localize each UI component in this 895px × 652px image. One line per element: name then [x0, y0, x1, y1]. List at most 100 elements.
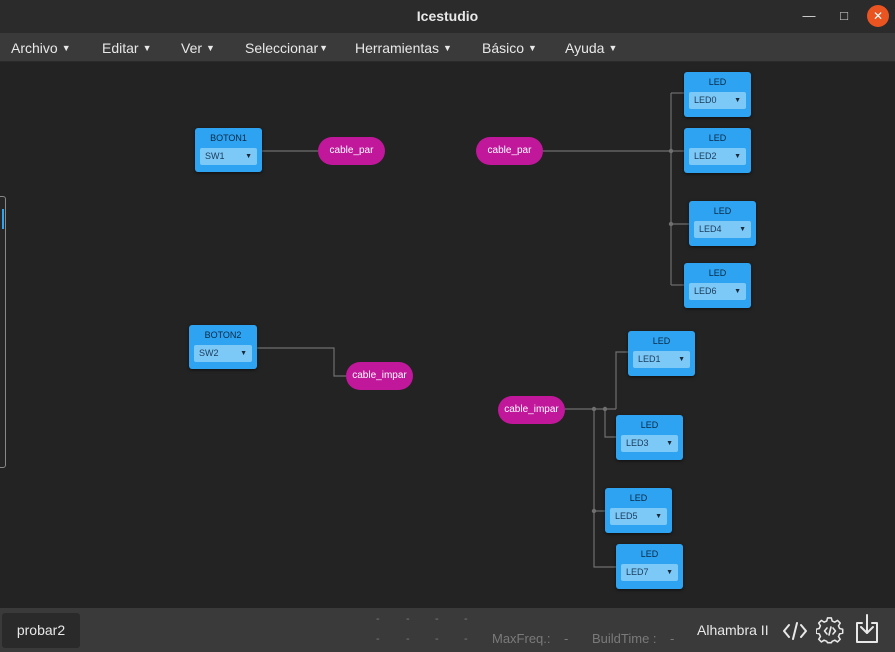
side-panel-tab[interactable]	[2, 209, 4, 229]
pin-select[interactable]: LED0 ▼	[689, 92, 746, 109]
block-title: LED	[713, 206, 732, 216]
pin-select[interactable]: LED2 ▼	[689, 148, 746, 165]
wire-junction	[668, 148, 674, 154]
caret-down-icon: ▼	[666, 569, 673, 576]
caret-down-icon: ▼	[142, 43, 152, 53]
pin-select[interactable]: LED7 ▼	[621, 564, 678, 581]
output-block-led7[interactable]: LED LED7 ▼	[616, 544, 683, 589]
input-block-boton2[interactable]: BOTON2 SW2 ▼	[189, 325, 257, 369]
caret-down-icon: ▼	[734, 153, 741, 160]
stat-placeholder: -	[464, 633, 468, 645]
wire	[604, 409, 616, 438]
caret-down-icon: ▼	[528, 43, 537, 53]
pin-value: SW2	[199, 348, 219, 358]
caret-down-icon: ▼	[206, 43, 215, 53]
stat-placeholder: -	[376, 613, 380, 625]
block-title: LED	[640, 549, 659, 559]
stat-placeholder: -	[406, 613, 410, 625]
stat-placeholder: -	[435, 613, 439, 625]
wire-junction	[591, 406, 597, 412]
board-selector[interactable]: Alhambra II	[697, 622, 769, 638]
output-block-led2[interactable]: LED LED2 ▼	[684, 128, 751, 173]
caret-down-icon: ▼	[666, 440, 673, 447]
maxfreq-value: -	[564, 631, 569, 646]
output-block-led5[interactable]: LED LED5 ▼	[605, 488, 672, 533]
project-name-button[interactable]: probar2	[2, 613, 80, 648]
gear-code-icon[interactable]	[816, 617, 844, 645]
wires	[257, 92, 689, 568]
title-bar: Icestudio ― □ ✕	[0, 0, 895, 33]
buildtime-label: BuildTime :	[592, 631, 657, 646]
pin-select[interactable]: SW2 ▼	[194, 345, 252, 362]
minimize-button[interactable]: ―	[798, 5, 820, 27]
label-cable-par-input[interactable]: cable_par	[476, 137, 543, 165]
menu-archivo[interactable]: Archivo ▼	[11, 40, 71, 56]
output-block-led0[interactable]: LED LED0 ▼	[684, 72, 751, 117]
wire-junction	[668, 221, 674, 227]
output-block-led3[interactable]: LED LED3 ▼	[616, 415, 683, 460]
pin-value: LED4	[699, 224, 722, 234]
buildtime-value: -	[670, 631, 675, 646]
wire-junction	[591, 508, 597, 514]
block-title: LED	[708, 133, 727, 143]
caret-down-icon: ▼	[734, 97, 741, 104]
block-title: LED	[640, 420, 659, 430]
pin-value: LED6	[694, 286, 717, 296]
label-cable-impar-input[interactable]: cable_impar	[498, 396, 565, 424]
pin-select[interactable]: LED4 ▼	[694, 221, 751, 238]
pin-value: LED2	[694, 151, 717, 161]
block-title: BOTON1	[210, 133, 247, 143]
block-title: BOTON2	[204, 330, 242, 340]
block-title: LED	[708, 268, 727, 278]
maximize-button[interactable]: □	[833, 5, 855, 27]
output-block-led1[interactable]: LED LED1 ▼	[628, 331, 695, 376]
menu-basico[interactable]: Básico ▼	[482, 40, 537, 56]
pin-select[interactable]: LED6 ▼	[689, 283, 746, 300]
maxfreq-label: MaxFreq.:	[492, 631, 551, 646]
window-title: Icestudio	[416, 8, 479, 24]
pin-select[interactable]: LED3 ▼	[621, 435, 678, 452]
menu-seleccionar[interactable]: Seleccionar▼	[245, 40, 328, 56]
block-title: LED	[708, 77, 727, 87]
pin-value: LED1	[638, 354, 661, 364]
stat-placeholder: -	[464, 613, 468, 625]
close-button[interactable]: ✕	[867, 5, 889, 27]
pin-value: LED7	[626, 567, 649, 577]
pin-value: LED5	[615, 511, 638, 521]
output-block-led6[interactable]: LED LED6 ▼	[684, 263, 751, 308]
caret-down-icon: ▼	[443, 43, 452, 53]
menu-herramientas[interactable]: Herramientas ▼	[355, 40, 452, 56]
caret-down-icon: ▼	[734, 288, 741, 295]
code-icon[interactable]	[781, 617, 809, 645]
block-title: LED	[629, 493, 648, 503]
menu-ver[interactable]: Ver ▼	[181, 40, 215, 56]
design-canvas[interactable]: BOTON1 SW1 ▼ BOTON2 SW2 ▼ LED LED0 ▼ LED LE…	[0, 62, 895, 608]
caret-down-icon: ▼	[608, 43, 618, 53]
status-bar: probar2 - - - - - - - - MaxFreq.: - Buil…	[0, 608, 895, 652]
pin-value: LED0	[694, 95, 717, 105]
pin-select[interactable]: SW1 ▼	[200, 148, 257, 165]
input-block-boton1[interactable]: BOTON1 SW1 ▼	[195, 128, 262, 172]
menu-editar[interactable]: Editar ▼	[102, 40, 152, 56]
menu-bar: Archivo ▼ Editar ▼ Ver ▼ Seleccionar▼ Herra…	[0, 33, 895, 62]
wire-junction	[602, 406, 608, 412]
caret-down-icon: ▼	[655, 513, 662, 520]
caret-down-icon: ▼	[61, 43, 71, 53]
menu-ayuda[interactable]: Ayuda ▼	[565, 40, 617, 56]
pin-value: SW1	[205, 151, 225, 161]
stat-placeholder: -	[376, 633, 380, 645]
pin-select[interactable]: LED5 ▼	[610, 508, 667, 525]
caret-down-icon: ▼	[319, 43, 329, 53]
stat-placeholder: -	[435, 633, 439, 645]
pin-value: LED3	[626, 438, 649, 448]
upload-icon[interactable]	[854, 613, 880, 645]
pin-select[interactable]: LED1 ▼	[633, 351, 690, 368]
block-title: LED	[652, 336, 671, 346]
side-panel[interactable]	[0, 196, 6, 468]
label-cable-impar-output[interactable]: cable_impar	[346, 362, 413, 390]
wire	[257, 347, 346, 377]
label-cable-par-output[interactable]: cable_par	[318, 137, 385, 165]
wire	[615, 351, 628, 409]
caret-down-icon: ▼	[678, 356, 685, 363]
output-block-led4[interactable]: LED LED4 ▼	[689, 201, 756, 246]
